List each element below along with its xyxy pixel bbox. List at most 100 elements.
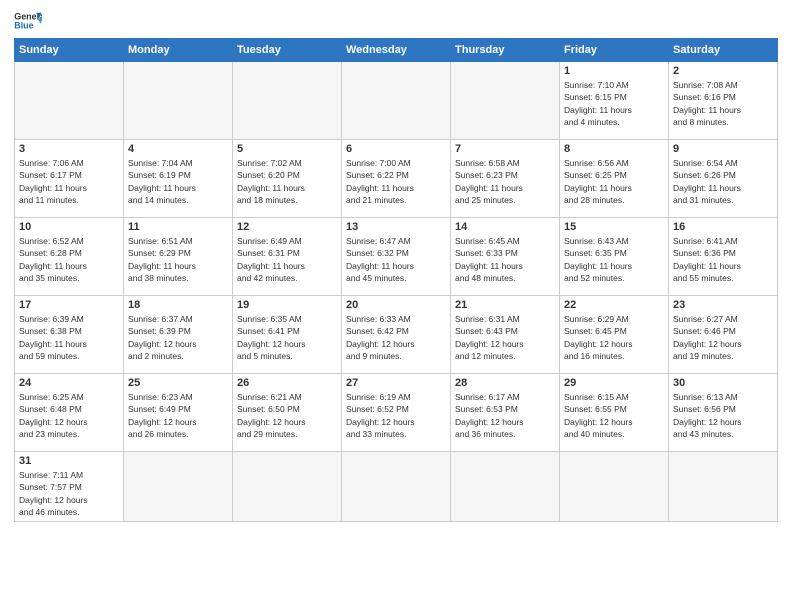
day-info: Sunrise: 6:29 AMSunset: 6:45 PMDaylight:… — [564, 313, 664, 362]
day-number: 27 — [346, 377, 446, 389]
day-info: Sunrise: 6:58 AMSunset: 6:23 PMDaylight:… — [455, 157, 555, 206]
calendar-cell: 6 Sunrise: 7:00 AMSunset: 6:22 PMDaylight… — [342, 140, 451, 218]
calendar-cell: 10 Sunrise: 6:52 AMSunset: 6:28 PMDayligh… — [15, 218, 124, 296]
calendar-week-3: 10 Sunrise: 6:52 AMSunset: 6:28 PMDayligh… — [15, 218, 778, 296]
calendar-cell — [669, 452, 778, 522]
calendar-cell: 31Sunrise: 7:11 AMSunset: 7:57 PMDayligh… — [15, 452, 124, 522]
calendar-cell — [342, 452, 451, 522]
day-number: 30 — [673, 377, 773, 389]
day-number: 5 — [237, 143, 337, 155]
day-info: Sunrise: 6:49 AMSunset: 6:31 PMDaylight:… — [237, 235, 337, 284]
calendar-week-4: 17 Sunrise: 6:39 AMSunset: 6:38 PMDayligh… — [15, 296, 778, 374]
weekday-header-tuesday: Tuesday — [233, 39, 342, 62]
calendar-cell: 19 Sunrise: 6:35 AMSunset: 6:41 PMDayligh… — [233, 296, 342, 374]
weekday-header-thursday: Thursday — [451, 39, 560, 62]
day-number: 28 — [455, 377, 555, 389]
calendar-cell: 27Sunrise: 6:19 AMSunset: 6:52 PMDayligh… — [342, 374, 451, 452]
svg-text:Blue: Blue — [14, 21, 33, 31]
day-info: Sunrise: 6:23 AMSunset: 6:49 PMDaylight:… — [128, 391, 228, 440]
calendar-cell: 18 Sunrise: 6:37 AMSunset: 6:39 PMDayligh… — [124, 296, 233, 374]
day-number: 21 — [455, 299, 555, 311]
day-number: 22 — [564, 299, 664, 311]
calendar-cell — [15, 62, 124, 140]
day-info: Sunrise: 6:21 AMSunset: 6:50 PMDaylight:… — [237, 391, 337, 440]
day-number: 17 — [19, 299, 119, 311]
day-info: Sunrise: 6:33 AMSunset: 6:42 PMDaylight:… — [346, 313, 446, 362]
day-info: Sunrise: 7:10 AMSunset: 6:15 PMDaylight:… — [564, 79, 664, 128]
day-info: Sunrise: 6:47 AMSunset: 6:32 PMDaylight:… — [346, 235, 446, 284]
calendar-cell: 17 Sunrise: 6:39 AMSunset: 6:38 PMDayligh… — [15, 296, 124, 374]
calendar-cell: 29 Sunrise: 6:15 AMSunset: 6:55 PMDayligh… — [560, 374, 669, 452]
day-number: 15 — [564, 221, 664, 233]
logo-icon: General Blue — [14, 10, 42, 32]
weekday-header-sunday: Sunday — [15, 39, 124, 62]
calendar-cell: 15Sunrise: 6:43 AMSunset: 6:35 PMDayligh… — [560, 218, 669, 296]
day-number: 20 — [346, 299, 446, 311]
day-info: Sunrise: 7:04 AMSunset: 6:19 PMDaylight:… — [128, 157, 228, 206]
calendar-cell: 7 Sunrise: 6:58 AMSunset: 6:23 PMDaylight… — [451, 140, 560, 218]
day-info: Sunrise: 6:27 AMSunset: 6:46 PMDaylight:… — [673, 313, 773, 362]
day-info: Sunrise: 6:39 AMSunset: 6:38 PMDaylight:… — [19, 313, 119, 362]
calendar-cell: 12 Sunrise: 6:49 AMSunset: 6:31 PMDayligh… — [233, 218, 342, 296]
day-number: 31 — [19, 455, 119, 467]
calendar-week-5: 24Sunrise: 6:25 AMSunset: 6:48 PMDayligh… — [15, 374, 778, 452]
day-info: Sunrise: 6:25 AMSunset: 6:48 PMDaylight:… — [19, 391, 119, 440]
day-number: 13 — [346, 221, 446, 233]
calendar-cell — [451, 452, 560, 522]
calendar-cell — [451, 62, 560, 140]
calendar-cell: 11Sunrise: 6:51 AMSunset: 6:29 PMDayligh… — [124, 218, 233, 296]
calendar-cell: 14 Sunrise: 6:45 AMSunset: 6:33 PMDayligh… — [451, 218, 560, 296]
day-number: 8 — [564, 143, 664, 155]
calendar-cell — [560, 452, 669, 522]
calendar-cell: 21Sunrise: 6:31 AMSunset: 6:43 PMDayligh… — [451, 296, 560, 374]
calendar-cell: 13 Sunrise: 6:47 AMSunset: 6:32 PMDayligh… — [342, 218, 451, 296]
day-number: 6 — [346, 143, 446, 155]
calendar-table: SundayMondayTuesdayWednesdayThursdayFrid… — [14, 38, 778, 522]
day-info: Sunrise: 6:54 AMSunset: 6:26 PMDaylight:… — [673, 157, 773, 206]
day-number: 19 — [237, 299, 337, 311]
calendar-cell: 26 Sunrise: 6:21 AMSunset: 6:50 PMDayligh… — [233, 374, 342, 452]
calendar-cell: 8 Sunrise: 6:56 AMSunset: 6:25 PMDaylight… — [560, 140, 669, 218]
day-info: Sunrise: 6:56 AMSunset: 6:25 PMDaylight:… — [564, 157, 664, 206]
day-info: Sunrise: 6:52 AMSunset: 6:28 PMDaylight:… — [19, 235, 119, 284]
day-number: 3 — [19, 143, 119, 155]
day-info: Sunrise: 7:00 AMSunset: 6:22 PMDaylight:… — [346, 157, 446, 206]
calendar-cell: 25Sunrise: 6:23 AMSunset: 6:49 PMDayligh… — [124, 374, 233, 452]
day-number: 10 — [19, 221, 119, 233]
calendar-cell: 2 Sunrise: 7:08 AMSunset: 6:16 PMDaylight… — [669, 62, 778, 140]
day-info: Sunrise: 6:15 AMSunset: 6:55 PMDaylight:… — [564, 391, 664, 440]
calendar-cell: 28 Sunrise: 6:17 AMSunset: 6:53 PMDayligh… — [451, 374, 560, 452]
calendar-week-6: 31Sunrise: 7:11 AMSunset: 7:57 PMDayligh… — [15, 452, 778, 522]
day-number: 18 — [128, 299, 228, 311]
day-info: Sunrise: 6:17 AMSunset: 6:53 PMDaylight:… — [455, 391, 555, 440]
day-info: Sunrise: 7:08 AMSunset: 6:16 PMDaylight:… — [673, 79, 773, 128]
day-number: 7 — [455, 143, 555, 155]
day-info: Sunrise: 7:06 AMSunset: 6:17 PMDaylight:… — [19, 157, 119, 206]
logo: General Blue — [14, 10, 42, 32]
calendar-cell: 16Sunrise: 6:41 AMSunset: 6:36 PMDayligh… — [669, 218, 778, 296]
calendar-cell: 30 Sunrise: 6:13 AMSunset: 6:56 PMDayligh… — [669, 374, 778, 452]
day-info: Sunrise: 6:37 AMSunset: 6:39 PMDaylight:… — [128, 313, 228, 362]
day-info: Sunrise: 6:13 AMSunset: 6:56 PMDaylight:… — [673, 391, 773, 440]
day-info: Sunrise: 6:41 AMSunset: 6:36 PMDaylight:… — [673, 235, 773, 284]
weekday-header-monday: Monday — [124, 39, 233, 62]
calendar-cell: 20 Sunrise: 6:33 AMSunset: 6:42 PMDayligh… — [342, 296, 451, 374]
calendar-cell — [233, 62, 342, 140]
day-number: 14 — [455, 221, 555, 233]
calendar-cell: 24Sunrise: 6:25 AMSunset: 6:48 PMDayligh… — [15, 374, 124, 452]
day-info: Sunrise: 6:35 AMSunset: 6:41 PMDaylight:… — [237, 313, 337, 362]
day-number: 1 — [564, 65, 664, 77]
day-number: 12 — [237, 221, 337, 233]
calendar-cell: 23 Sunrise: 6:27 AMSunset: 6:46 PMDayligh… — [669, 296, 778, 374]
calendar-week-2: 3 Sunrise: 7:06 AMSunset: 6:17 PMDaylight… — [15, 140, 778, 218]
day-number: 23 — [673, 299, 773, 311]
day-number: 2 — [673, 65, 773, 77]
day-number: 9 — [673, 143, 773, 155]
day-info: Sunrise: 7:02 AMSunset: 6:20 PMDaylight:… — [237, 157, 337, 206]
day-number: 26 — [237, 377, 337, 389]
day-info: Sunrise: 6:45 AMSunset: 6:33 PMDaylight:… — [455, 235, 555, 284]
calendar-cell — [124, 452, 233, 522]
calendar-cell: 5 Sunrise: 7:02 AMSunset: 6:20 PMDaylight… — [233, 140, 342, 218]
day-info: Sunrise: 6:51 AMSunset: 6:29 PMDaylight:… — [128, 235, 228, 284]
day-number: 29 — [564, 377, 664, 389]
